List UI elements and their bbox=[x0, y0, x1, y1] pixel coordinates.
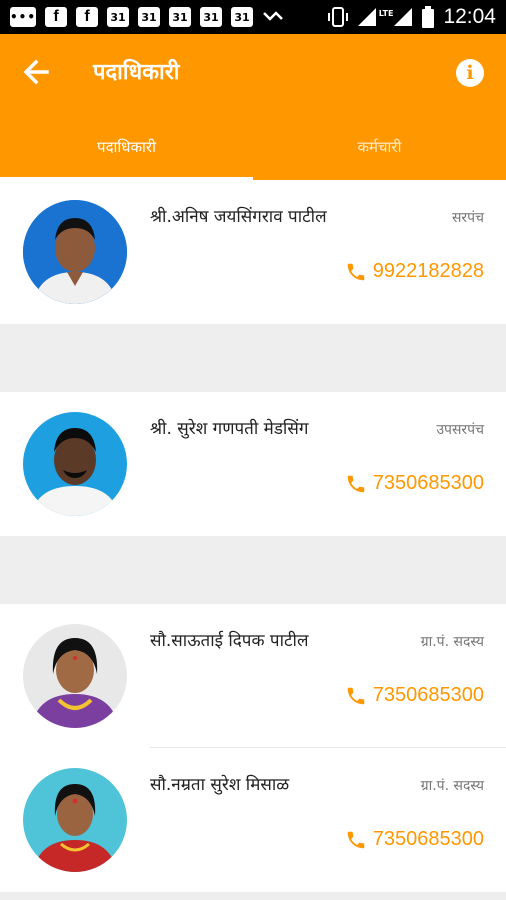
tab-officials[interactable]: पदाधिकारी bbox=[0, 124, 253, 180]
phone-number: 7350685300 bbox=[372, 684, 484, 706]
calendar-icon: 31 bbox=[169, 7, 191, 27]
spacer bbox=[0, 324, 506, 392]
member-role: ग्रा.पं. सदस्य bbox=[420, 634, 484, 650]
facebook-icon: f bbox=[76, 7, 98, 27]
clock: 12:04 bbox=[443, 5, 496, 28]
phone-link[interactable]: 7350685300 bbox=[345, 828, 484, 851]
member-card[interactable]: श्री.अनिष जयसिंगराव पाटील सरपंच 99221828… bbox=[0, 180, 506, 324]
notification-icons: ••• f f 31 31 31 31 31 bbox=[10, 7, 284, 27]
info-icon[interactable]: i bbox=[456, 59, 484, 87]
signal-icon bbox=[394, 8, 413, 26]
status-bar: ••• f f 31 31 31 31 31 LTE 12:04 bbox=[0, 0, 506, 34]
app-bar: पदाधिकारी i पदाधिकारी कर्मचारी bbox=[0, 34, 506, 180]
member-role: ग्रा.पं. सदस्य bbox=[420, 778, 484, 794]
member-role: उपसरपंच bbox=[436, 422, 484, 438]
phone-icon bbox=[347, 475, 365, 492]
phone-number: 9922182828 bbox=[372, 260, 484, 282]
phone-link[interactable]: 7350685300 bbox=[345, 472, 484, 495]
avatar bbox=[23, 412, 127, 516]
member-list: श्री.अनिष जयसिंगराव पाटील सरपंच 99221828… bbox=[0, 180, 506, 892]
message-icon: ••• bbox=[10, 7, 36, 27]
arrow-left-icon[interactable] bbox=[20, 56, 52, 88]
phone-number: 7350685300 bbox=[372, 828, 484, 850]
phone-number: 7350685300 bbox=[372, 472, 484, 494]
calendar-icon: 31 bbox=[138, 7, 160, 27]
vibrate-icon bbox=[327, 7, 348, 27]
member-card[interactable]: श्री. सुरेश गणपती मेडसिंग उपसरपंच 735068… bbox=[0, 392, 506, 536]
avatar bbox=[23, 768, 127, 872]
phone-link[interactable]: 9922182828 bbox=[345, 260, 484, 283]
member-role: सरपंच bbox=[451, 210, 484, 226]
page-title: पदाधिकारी bbox=[93, 60, 180, 85]
battery-icon bbox=[422, 6, 435, 28]
member-name: सौ.साऊताई दिपक पाटील bbox=[150, 631, 309, 651]
tab-label: कर्मचारी bbox=[357, 138, 402, 156]
spacer bbox=[0, 536, 506, 604]
calendar-icon: 31 bbox=[231, 7, 253, 27]
phone-icon bbox=[347, 263, 365, 280]
member-name: श्री. सुरेश गणपती मेडसिंग bbox=[150, 419, 309, 439]
phone-link[interactable]: 7350685300 bbox=[345, 684, 484, 707]
calendar-icon: 31 bbox=[200, 7, 222, 27]
lte-label: LTE bbox=[378, 9, 394, 18]
phone-icon bbox=[347, 687, 365, 704]
member-name: सौ.नम्रता सुरेश मिसाळ bbox=[150, 775, 290, 795]
facebook-icon: f bbox=[45, 7, 67, 27]
avatar bbox=[23, 200, 127, 304]
member-card[interactable]: सौ.साऊताई दिपक पाटील ग्रा.पं. सदस्य 7350… bbox=[0, 604, 506, 748]
calendar-icon: 31 bbox=[107, 7, 129, 27]
member-name: श्री.अनिष जयसिंगराव पाटील bbox=[150, 207, 327, 227]
tab-employees[interactable]: कर्मचारी bbox=[253, 124, 506, 180]
tab-bar: पदाधिकारी कर्मचारी bbox=[0, 124, 506, 180]
tab-label: पदाधिकारी bbox=[97, 138, 156, 156]
member-card[interactable]: सौ.नम्रता सुरेश मिसाळ ग्रा.पं. सदस्य 735… bbox=[0, 748, 506, 892]
signal-icon bbox=[357, 8, 376, 26]
phone-icon bbox=[347, 831, 365, 848]
avatar bbox=[23, 624, 127, 728]
missed-call-icon bbox=[263, 11, 283, 21]
